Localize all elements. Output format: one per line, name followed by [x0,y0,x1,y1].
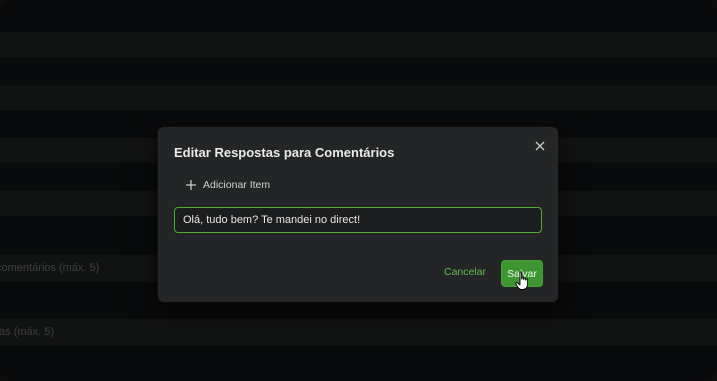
plus-icon [186,180,196,190]
modal-title: Editar Respostas para Comentários [174,145,395,160]
app-frame: comentários (máx. 5) tas (máx. 5) Editar… [0,0,717,381]
hand-cursor-icon [515,271,529,290]
add-item-label: Adicionar Item [203,179,271,191]
close-icon [535,141,545,151]
close-button[interactable] [532,138,548,154]
cancel-button[interactable]: Cancelar [444,266,486,278]
edit-replies-modal: Editar Respostas para Comentários Adicio… [158,127,558,302]
reply-input[interactable] [174,207,542,233]
add-item-button[interactable]: Adicionar Item [185,177,270,193]
